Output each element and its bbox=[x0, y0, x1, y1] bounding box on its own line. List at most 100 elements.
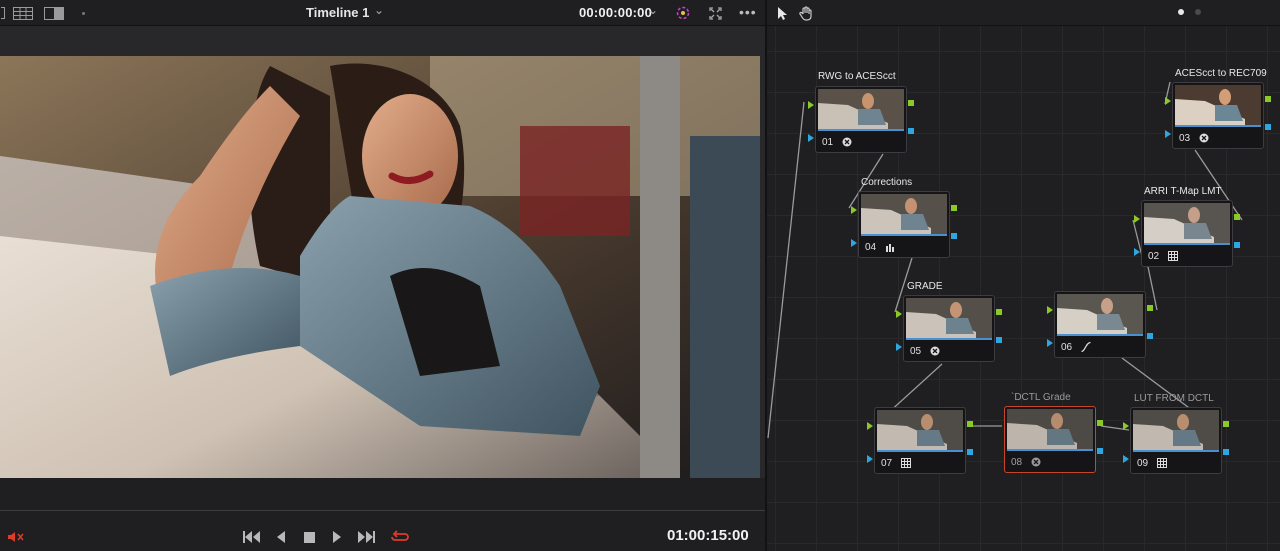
node-07-rgb-output[interactable] bbox=[967, 421, 973, 427]
node-02-alpha-output[interactable] bbox=[1234, 242, 1240, 248]
highlight-icon[interactable] bbox=[674, 5, 692, 21]
record-timecode: 01:00:15:00 bbox=[667, 527, 749, 544]
mute-icon[interactable] bbox=[7, 529, 25, 545]
viewer-panel: Timeline 1 ⌄ 00:00:00:00 ⌄ ••• 01:00:15:… bbox=[0, 0, 765, 551]
lut-circle-icon bbox=[841, 136, 852, 147]
node-04-alpha-output[interactable] bbox=[951, 233, 957, 239]
skip-to-end-icon[interactable] bbox=[357, 529, 375, 545]
disabled-circle-icon bbox=[1030, 456, 1041, 467]
node-08-label: `DCTL Grade bbox=[1011, 392, 1071, 403]
node-05-rgb-output[interactable] bbox=[996, 309, 1002, 315]
node-07-alpha-output[interactable] bbox=[967, 449, 973, 455]
node-08[interactable]: 08 bbox=[1004, 406, 1103, 473]
node-03-label: ACEScct to REC709 bbox=[1175, 68, 1267, 79]
node-02-rgb-input[interactable] bbox=[1134, 215, 1140, 223]
node-08-rgb-output[interactable] bbox=[1097, 420, 1103, 426]
lut-circle-icon bbox=[1198, 132, 1209, 143]
node-02-number: 02 bbox=[1148, 251, 1160, 262]
node-01-number: 01 bbox=[822, 137, 834, 148]
fullscreen-icon[interactable] bbox=[707, 5, 723, 21]
play-reverse-icon[interactable] bbox=[276, 529, 286, 545]
node-09-rgb-output[interactable] bbox=[1223, 421, 1229, 427]
node-02-alpha-input[interactable] bbox=[1134, 248, 1140, 256]
node-06-alpha-output[interactable] bbox=[1147, 333, 1153, 339]
node-06-alpha-input[interactable] bbox=[1047, 339, 1053, 347]
play-icon[interactable] bbox=[332, 529, 342, 545]
skip-to-start-icon[interactable] bbox=[243, 529, 261, 545]
timecode-chevron-down-icon[interactable]: ⌄ bbox=[648, 3, 658, 17]
node-01-alpha-output[interactable] bbox=[908, 128, 914, 134]
node-01-rgb-output[interactable] bbox=[908, 100, 914, 106]
node-05[interactable]: 05 bbox=[896, 295, 1002, 362]
timeline-name[interactable]: Timeline 1 bbox=[306, 5, 369, 20]
node-03[interactable]: 03 bbox=[1165, 82, 1271, 149]
node-04-rgb-input[interactable] bbox=[851, 206, 857, 214]
node-07-rgb-input[interactable] bbox=[867, 422, 873, 430]
node-07-alpha-input[interactable] bbox=[867, 455, 873, 463]
viewer-info-bar bbox=[0, 26, 765, 48]
lut-circle-icon bbox=[929, 345, 940, 356]
node-07[interactable]: 07 bbox=[867, 407, 973, 474]
grid-icon bbox=[1156, 457, 1167, 468]
node-01-thumbnail bbox=[818, 89, 904, 131]
scrubber-track[interactable] bbox=[0, 510, 765, 511]
loop-icon[interactable] bbox=[390, 529, 410, 545]
node-02-rgb-output[interactable] bbox=[1234, 214, 1240, 220]
wire-02-to-06 bbox=[1146, 261, 1158, 311]
node-07-number: 07 bbox=[881, 458, 893, 469]
grid-icon bbox=[900, 457, 911, 468]
node-06-thumbnail bbox=[1057, 294, 1143, 336]
resolve-color-page: Timeline 1 ⌄ 00:00:00:00 ⌄ ••• 01:00:15:… bbox=[0, 0, 1280, 551]
node-04[interactable]: 04 bbox=[851, 191, 957, 258]
node-06-rgb-input[interactable] bbox=[1047, 306, 1053, 314]
node-01-label: RWG to ACEScct bbox=[818, 71, 896, 82]
node-03-alpha-input[interactable] bbox=[1165, 130, 1171, 138]
node-05-alpha-output[interactable] bbox=[996, 337, 1002, 343]
node-01-rgb-input[interactable] bbox=[808, 101, 814, 109]
node-05-thumbnail bbox=[906, 298, 992, 340]
panel-toggle-icon[interactable] bbox=[0, 5, 6, 21]
grid-view-icon[interactable] bbox=[12, 5, 34, 21]
node-04-thumbnail bbox=[861, 194, 947, 236]
node-03-rgb-output[interactable] bbox=[1265, 96, 1271, 102]
node-05-rgb-input[interactable] bbox=[896, 310, 902, 318]
node-03-alpha-output[interactable] bbox=[1265, 124, 1271, 130]
node-02-thumbnail bbox=[1144, 203, 1230, 245]
stop-icon[interactable] bbox=[304, 529, 315, 545]
viewer-transport-bar: 01:00:15:00 bbox=[0, 478, 765, 551]
node-09[interactable]: 09 bbox=[1123, 407, 1229, 474]
node-05-alpha-input[interactable] bbox=[896, 343, 902, 351]
split-view-icon[interactable] bbox=[43, 5, 65, 21]
node-08-thumbnail bbox=[1007, 409, 1093, 451]
node-04-alpha-input[interactable] bbox=[851, 239, 857, 247]
node-09-rgb-input[interactable] bbox=[1123, 422, 1129, 430]
node-editor[interactable]: RWG to ACEScct 01 ACEScct to REC709 03 C… bbox=[767, 0, 1280, 551]
node-02-label: ARRI T-Map LMT bbox=[1144, 186, 1222, 197]
node-09-alpha-output[interactable] bbox=[1223, 449, 1229, 455]
node-06[interactable]: 06 bbox=[1047, 291, 1153, 358]
node-01-alpha-input[interactable] bbox=[808, 134, 814, 142]
node-02[interactable]: 02 bbox=[1134, 200, 1240, 267]
node-04-rgb-output[interactable] bbox=[951, 205, 957, 211]
node-05-number: 05 bbox=[910, 346, 922, 357]
viewer-image[interactable] bbox=[0, 56, 760, 478]
node-03-number: 03 bbox=[1179, 133, 1191, 144]
viewer-toolbar: Timeline 1 ⌄ 00:00:00:00 ⌄ ••• bbox=[0, 0, 765, 26]
small-dot-icon bbox=[80, 5, 86, 21]
timeline-chevron-down-icon[interactable]: ⌄ bbox=[374, 3, 384, 17]
node-09-alpha-input[interactable] bbox=[1123, 455, 1129, 463]
node-08-alpha-output[interactable] bbox=[1097, 448, 1103, 454]
more-options-icon[interactable]: ••• bbox=[739, 4, 757, 20]
bars-icon bbox=[884, 241, 895, 252]
node-06-number: 06 bbox=[1061, 342, 1073, 353]
node-03-thumbnail bbox=[1175, 85, 1261, 127]
node-04-label: Corrections bbox=[861, 177, 913, 188]
node-06-rgb-output[interactable] bbox=[1147, 305, 1153, 311]
wire-source-to-01 bbox=[767, 101, 805, 439]
node-09-number: 09 bbox=[1137, 458, 1149, 469]
node-04-number: 04 bbox=[865, 242, 877, 253]
node-01[interactable]: 01 bbox=[808, 86, 914, 153]
node-03-rgb-input[interactable] bbox=[1165, 97, 1171, 105]
source-timecode[interactable]: 00:00:00:00 bbox=[579, 5, 652, 20]
node-07-thumbnail bbox=[877, 410, 963, 452]
